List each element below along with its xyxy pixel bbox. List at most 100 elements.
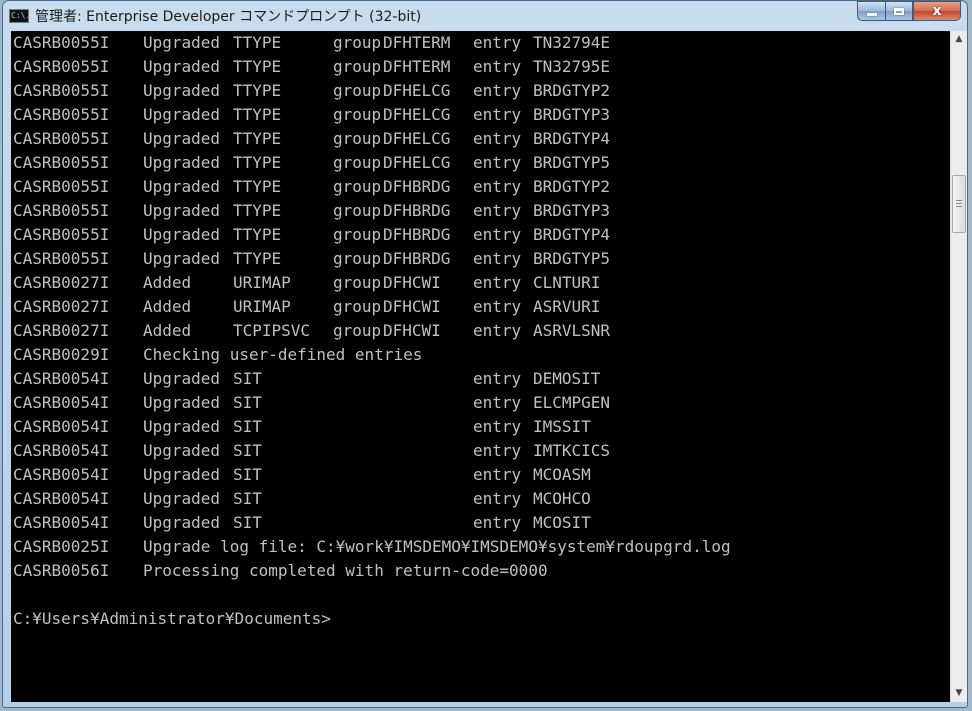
console-field: entry	[473, 297, 522, 316]
console-field: DFHBRDG	[383, 225, 451, 244]
console-line: CASRB0055I Upgraded TTYPE group DFHBRDG entry…	[11, 175, 950, 199]
console-field: DFHBRDG	[383, 177, 451, 196]
console-field: BRDGTYP4	[533, 129, 611, 148]
console-field: entry	[473, 225, 522, 244]
console-field: CASRB0055I	[13, 225, 110, 244]
console-field: Upgraded	[143, 393, 221, 412]
console-field: DFHCWI	[383, 321, 441, 340]
console-field: CASRB0055I	[13, 201, 110, 220]
console-message: Upgrade log file: C:¥work¥IMSDEMO¥IMSDEM…	[143, 537, 731, 556]
console-field: entry	[473, 177, 522, 196]
console-field: group	[333, 297, 382, 316]
console-field: CASRB0055I	[13, 57, 110, 76]
console-field: Upgraded	[143, 465, 221, 484]
console-field: entry	[473, 513, 522, 532]
console-field: DFHELCG	[383, 129, 451, 148]
console-line: CASRB0027I Added TCPIPSVC group DFHCWI entry A…	[11, 319, 950, 343]
console-line: CASRB0055I Upgraded TTYPE group DFHTERM entry…	[11, 31, 950, 55]
console-field: entry	[473, 129, 522, 148]
console-field: TCPIPSVC	[233, 321, 311, 340]
console-field: TN32795E	[533, 57, 611, 76]
console-output[interactable]: CASRB0055I Upgraded TTYPE group DFHTERM entry…	[11, 31, 950, 702]
scroll-down-arrow-icon[interactable]: ▼	[951, 685, 967, 702]
console-field: Upgraded	[143, 513, 221, 532]
grip-line	[956, 203, 962, 204]
title-bar[interactable]: C:\. 管理者: Enterprise Developer コマンドプロンプト…	[3, 1, 967, 31]
vertical-scrollbar[interactable]: ▲ ▼	[950, 31, 967, 702]
console-field: entry	[473, 465, 522, 484]
console-line: C:¥Users¥Administrator¥Documents>	[11, 607, 950, 631]
console-field: group	[333, 105, 382, 124]
maximize-button[interactable]	[885, 1, 913, 21]
console-field: group	[333, 201, 382, 220]
window-title: 管理者: Enterprise Developer コマンドプロンプト (32-…	[35, 9, 422, 25]
console-field: Added	[143, 297, 192, 316]
console-field: entry	[473, 369, 522, 388]
console-field: entry	[473, 201, 522, 220]
console-field: BRDGTYP5	[533, 249, 611, 268]
console-field: DFHBRDG	[383, 249, 451, 268]
console-field: SIT	[233, 489, 262, 508]
minimize-button[interactable]	[857, 1, 885, 21]
console-line: CASRB0054I Upgraded SIT entry IMTKCICS	[11, 439, 950, 463]
console-field: CASRB0055I	[13, 33, 110, 52]
console-field: group	[333, 273, 382, 292]
console-field: Upgraded	[143, 57, 221, 76]
console-field: Upgraded	[143, 177, 221, 196]
console-field: DFHCWI	[383, 297, 441, 316]
console-line: CASRB0054I Upgraded SIT entry IMSSIT	[11, 415, 950, 439]
console-field: entry	[473, 249, 522, 268]
console-line: CASRB0029I Checking user-defined entries	[11, 343, 950, 367]
console-line: CASRB0054I Upgraded SIT entry MCOHCO	[11, 487, 950, 511]
scrollbar-thumb[interactable]	[952, 175, 966, 233]
console-app-icon[interactable]: C:\.	[9, 9, 29, 23]
console-line: CASRB0055I Upgraded TTYPE group DFHBRDG entry…	[11, 247, 950, 271]
console-field: CASRB0025I	[13, 537, 110, 556]
console-field: DFHCWI	[383, 273, 441, 292]
console-field: entry	[473, 489, 522, 508]
close-button[interactable]: x	[913, 1, 961, 21]
minimize-icon	[866, 13, 877, 16]
console-field: SIT	[233, 513, 262, 532]
console-field: TTYPE	[233, 33, 282, 52]
scroll-up-arrow-icon[interactable]: ▲	[951, 31, 967, 48]
console-field: CASRB0055I	[13, 81, 110, 100]
maximize-icon	[894, 7, 904, 15]
console-field: ASRVLSNR	[533, 321, 611, 340]
console-field: Added	[143, 273, 192, 292]
console-field: entry	[473, 153, 522, 172]
console-field: TTYPE	[233, 177, 282, 196]
console-field: group	[333, 57, 382, 76]
console-field: group	[333, 225, 382, 244]
console-field: CASRB0056I	[13, 561, 110, 580]
console-field: group	[333, 321, 382, 340]
console-field: entry	[473, 57, 522, 76]
console-field: BRDGTYP2	[533, 81, 611, 100]
console-field: CASRB0027I	[13, 297, 110, 316]
console-field: SIT	[233, 417, 262, 436]
command-prompt: C:¥Users¥Administrator¥Documents>	[13, 609, 331, 628]
console-field: SIT	[233, 369, 262, 388]
grip-line	[956, 200, 962, 201]
console-field: CASRB0055I	[13, 153, 110, 172]
console-field: Upgraded	[143, 153, 221, 172]
console-field: Upgraded	[143, 249, 221, 268]
console-line: CASRB0054I Upgraded SIT entry DEMOSIT	[11, 367, 950, 391]
console-field: Upgraded	[143, 105, 221, 124]
command-prompt-window: C:\. 管理者: Enterprise Developer コマンドプロンプト…	[2, 0, 968, 708]
console-field: entry	[473, 273, 522, 292]
console-line: CASRB0054I Upgraded SIT entry MCOASM	[11, 463, 950, 487]
console-field: ELCMPGEN	[533, 393, 611, 412]
console-field: TTYPE	[233, 105, 282, 124]
console-field: TTYPE	[233, 225, 282, 244]
console-field: Upgraded	[143, 33, 221, 52]
console-field: IMTKCICS	[533, 441, 611, 460]
console-field: CASRB0055I	[13, 177, 110, 196]
console-field: TTYPE	[233, 153, 282, 172]
console-line: CASRB0055I Upgraded TTYPE group DFHBRDG entry…	[11, 199, 950, 223]
console-field: CASRB0027I	[13, 321, 110, 340]
console-field: entry	[473, 393, 522, 412]
console-field: SIT	[233, 465, 262, 484]
console-field: CASRB0055I	[13, 129, 110, 148]
